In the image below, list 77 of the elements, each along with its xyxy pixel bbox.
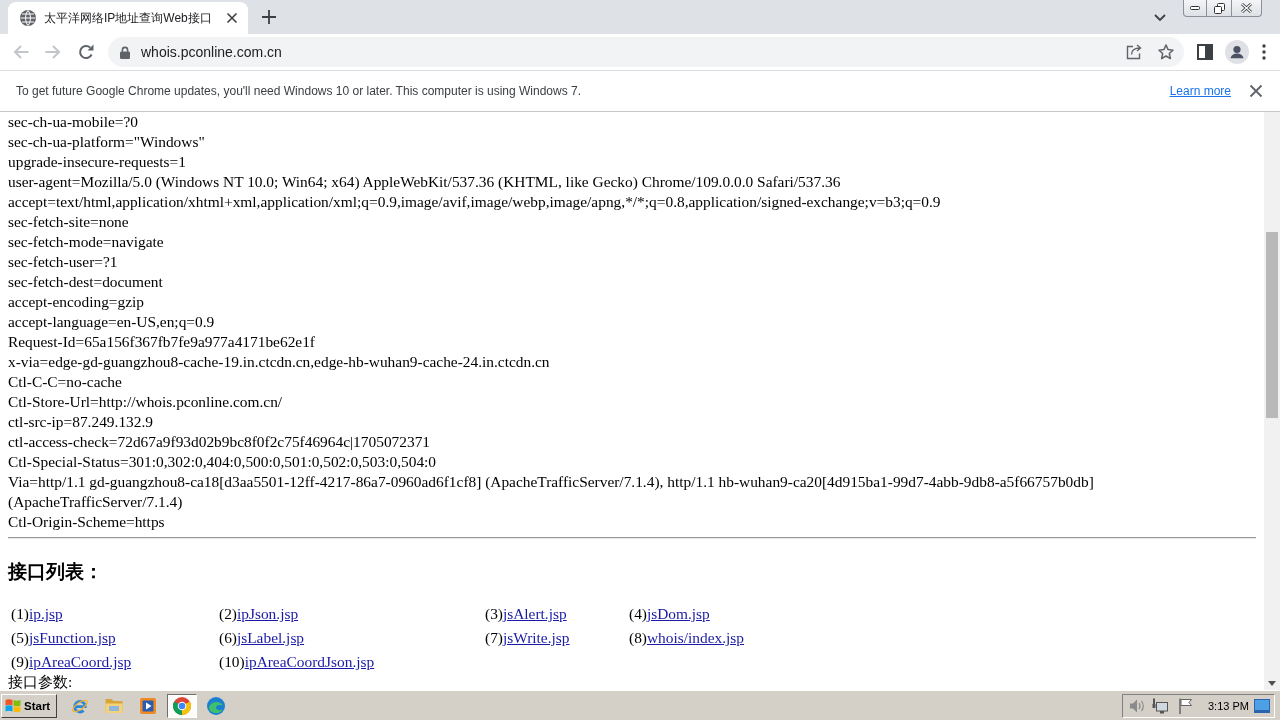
flag-icon[interactable] bbox=[1179, 697, 1193, 714]
header-line: sec-fetch-user=?1 bbox=[8, 252, 119, 272]
header-line: user-agent=Mozilla/5.0 (Windows NT 10.0; Win64; x64) AppleWebKit/537.36 (KHTML, like Gecko) Chrome/109.0.0.0 Safari/537.36 bbox=[8, 172, 842, 192]
scroll-down-icon[interactable] bbox=[1268, 681, 1276, 686]
interface-link[interactable]: jsLabel.jsp bbox=[236, 629, 305, 646]
globe-icon bbox=[20, 10, 36, 26]
header-line: sec-fetch-site=none bbox=[8, 212, 130, 232]
swirl-logo-icon[interactable] bbox=[207, 696, 225, 715]
header-line: sec-ch-ua-platform="Windows" bbox=[8, 132, 206, 152]
interface-link[interactable]: jsAlert.jsp bbox=[502, 605, 567, 622]
circle-logo-icon[interactable] bbox=[173, 696, 191, 715]
header-line: Ctl-Special-Status=301:0,302:0,404:0,500:0,501:0,502:0,503:0,504:0 bbox=[8, 452, 438, 472]
scrollbar-thumb[interactable] bbox=[1266, 232, 1278, 418]
interface-link[interactable]: ipJson.jsp bbox=[236, 605, 299, 622]
header-line: Ctl-Origin-Scheme=https bbox=[8, 512, 166, 532]
interface-number: (2) bbox=[219, 605, 237, 622]
share-icon[interactable] bbox=[1126, 44, 1142, 60]
plus-icon[interactable] bbox=[262, 10, 276, 24]
infobar-message: To get future Google Chrome updates, you'll need Windows 10 or later. This computer is using Windows 7. bbox=[16, 84, 583, 98]
header-line: ctl-access-check=72d67a9f93d02b9bc8f0f2c75f46964c|1705072371 bbox=[8, 432, 432, 452]
interface-number: (9) bbox=[11, 653, 29, 670]
minimize-icon bbox=[1190, 6, 1200, 10]
header-line: sec-fetch-dest=document bbox=[8, 272, 164, 292]
interface-number: (10) bbox=[219, 653, 245, 670]
interface-number: (5) bbox=[11, 629, 29, 646]
interface-number: (7) bbox=[485, 629, 503, 646]
header-line: accept=text/html,application/xhtml+xml,application/xml;q=0.9,image/avif,image/webp,image/apng,*/*;q=0.8,application/signed-exchange;v=b3;q=0.9 bbox=[8, 192, 942, 212]
interface-number: (4) bbox=[629, 605, 647, 622]
header-line: Ctl-Store-Url=http://whois.pconline.com.cn/ bbox=[8, 392, 284, 412]
side-panel-icon[interactable] bbox=[1197, 44, 1213, 60]
screen-icon[interactable] bbox=[1254, 698, 1270, 713]
header-line: Ctl-C-C=no-cache bbox=[8, 372, 123, 392]
close-icon[interactable] bbox=[1250, 85, 1262, 97]
learn-more-link[interactable]: Learn more bbox=[1169, 84, 1231, 98]
header-line: upgrade-insecure-requests=1 bbox=[8, 152, 187, 172]
menu-icon[interactable] bbox=[1262, 44, 1266, 60]
start-button[interactable]: Start bbox=[1, 693, 57, 718]
taskbar-button[interactable] bbox=[167, 693, 197, 718]
header-line: ctl-src-ip=87.249.132.9 bbox=[8, 412, 155, 432]
chevron-down-icon[interactable] bbox=[1154, 13, 1166, 21]
restore-button[interactable] bbox=[1207, 0, 1232, 17]
section-heading: 接口列表： bbox=[8, 559, 104, 584]
header-line: sec-fetch-mode=navigate bbox=[8, 232, 165, 252]
close-icon[interactable] bbox=[227, 13, 237, 23]
browser-tab[interactable]: 太平洋网络IP地址查询Web接口 bbox=[8, 2, 248, 34]
star-icon[interactable] bbox=[1158, 44, 1174, 60]
interface-number: (3) bbox=[485, 605, 503, 622]
interface-link[interactable]: ipAreaCoordJson.jsp bbox=[244, 653, 375, 670]
header-line: sec-ch-ua-mobile=?0 bbox=[8, 112, 140, 132]
interface-link[interactable]: ipAreaCoord.jsp bbox=[28, 653, 132, 670]
header-line: x-via=edge-gd-guangzhou8-cache-19.in.ctcdn.cn,edge-hb-wuhan9-cache-24.in.ctcdn.cn bbox=[8, 352, 551, 372]
minimize-button[interactable] bbox=[1183, 0, 1207, 17]
header-line: accept-encoding=gzip bbox=[8, 292, 145, 312]
header-line: accept-language=en-US,en;q=0.9 bbox=[8, 312, 216, 332]
interface-link[interactable]: jsWrite.jsp bbox=[502, 629, 570, 646]
header-line: Request-Id=65a156f367fb7fe9a977a4171be62e1f bbox=[8, 332, 316, 352]
address-bar[interactable]: whois.pconline.com.cn bbox=[108, 37, 1184, 67]
interface-number: (8) bbox=[629, 629, 647, 646]
interface-number: (6) bbox=[219, 629, 237, 646]
lock-icon[interactable] bbox=[120, 45, 130, 59]
close-button[interactable] bbox=[1232, 0, 1262, 17]
header-line: Via=http/1.1 gd-guangzhou8-ca18[d3aa5501-12ff-4217-86a7-0960ad6f1cf8] (ApacheTrafficServer/7.1.4), http/1.1 hb-wuhan9-ca20[4d915ba1-99d7-4abb-9db8-a5f66757b0db] (ApacheTrafficServer/7.1.4) bbox=[8, 472, 1095, 512]
network-icon[interactable] bbox=[1152, 697, 1168, 714]
play-tile-icon[interactable] bbox=[140, 697, 156, 714]
interface-link[interactable]: whois/index.jsp bbox=[646, 629, 744, 646]
interface-number: (1) bbox=[11, 605, 29, 622]
start-logo-icon bbox=[5, 698, 21, 713]
reload-icon[interactable] bbox=[78, 44, 94, 60]
interface-link[interactable]: jsFunction.jsp bbox=[28, 629, 116, 646]
close-icon bbox=[1241, 3, 1252, 13]
parameters-label: 接口参数: bbox=[8, 674, 74, 690]
interface-link[interactable]: jsDom.jsp bbox=[646, 605, 710, 622]
avatar-icon[interactable] bbox=[1225, 40, 1249, 64]
clock[interactable]: 3:13 PM bbox=[1208, 699, 1249, 712]
scrollbar[interactable] bbox=[1264, 112, 1280, 690]
restore-icon bbox=[1213, 2, 1225, 14]
interface-link[interactable]: ip.jsp bbox=[28, 605, 63, 622]
